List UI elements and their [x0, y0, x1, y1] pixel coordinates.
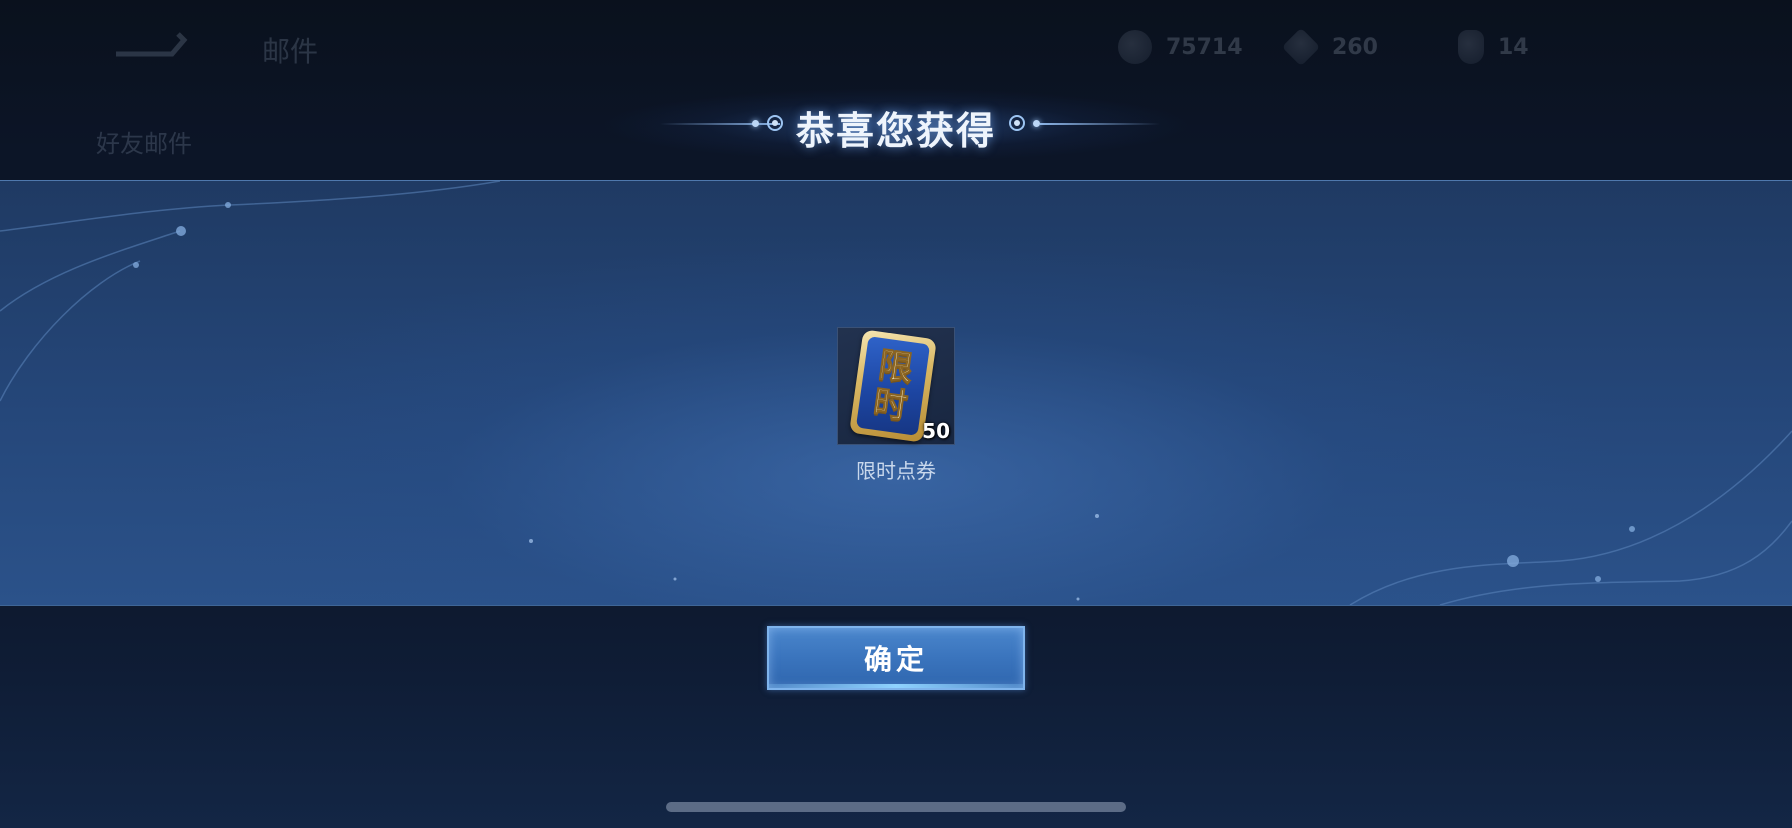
reward-name: 限时点券 — [856, 459, 936, 483]
reward-icon-frame: 限 时 50 — [837, 327, 955, 445]
hud-page-title: 邮件 — [262, 35, 319, 68]
diamond-value: 260 — [1332, 34, 1378, 60]
bottle-icon — [1458, 30, 1484, 64]
diamond-icon — [1281, 27, 1321, 67]
reward-popup-screen: 邮件 75714 260 14 好友邮件 恭喜您获得 限 时 50 限时点券 确… — [0, 0, 1792, 828]
coin-value: 75714 — [1166, 34, 1243, 60]
background-hud: 邮件 75714 260 14 — [0, 0, 1792, 90]
confirm-button[interactable]: 确定 — [767, 626, 1025, 690]
coin-balance: 75714 — [1118, 30, 1243, 64]
reward-item[interactable]: 限 时 50 限时点券 — [837, 327, 955, 484]
voucher-char-1: 限 — [876, 345, 916, 390]
diamond-balance: 260 — [1281, 27, 1378, 67]
reward-count: 50 — [922, 419, 950, 443]
dialog-title: 恭喜您获得 — [795, 109, 996, 153]
coin-icon — [1118, 30, 1152, 64]
bottle-balance: 14 — [1458, 30, 1529, 64]
voucher-inner: 限 时 — [855, 336, 931, 436]
dialog-title-banner: 恭喜您获得 — [0, 88, 1792, 162]
home-indicator-bar[interactable] — [666, 802, 1126, 812]
voucher-char-2: 时 — [870, 382, 910, 427]
back-arrow-icon — [116, 32, 188, 57]
bottle-value: 14 — [1498, 34, 1529, 60]
